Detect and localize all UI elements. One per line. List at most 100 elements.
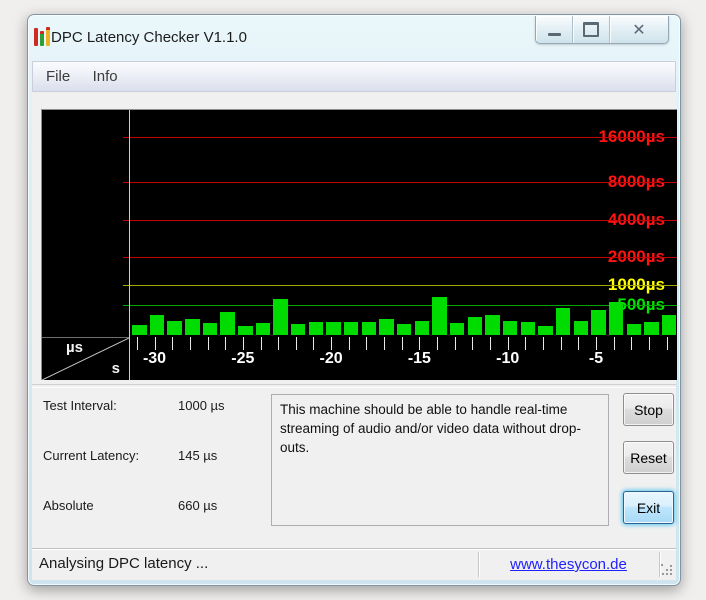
x-tick <box>137 337 138 350</box>
reset-button[interactable]: Reset <box>623 441 674 474</box>
latency-bar <box>521 322 536 335</box>
x-tick <box>649 337 650 350</box>
desktop: DPC Latency Checker V1.1.0 ✕ File Info 1… <box>0 0 706 600</box>
app-icon <box>33 24 53 48</box>
separator-line <box>32 384 676 388</box>
latency-bar <box>256 323 271 335</box>
x-tick-label: -20 <box>320 350 343 368</box>
window-controls: ✕ <box>535 16 669 44</box>
icon-bar-red <box>34 28 38 46</box>
menu-info[interactable]: Info <box>84 62 127 85</box>
latency-chart: 16000µs8000µs4000µs2000µs1000µs500µs -30… <box>41 109 677 380</box>
info-label: Absolute <box>43 498 94 513</box>
info-value: 1000 µs <box>178 398 225 413</box>
info-row: Current Latency: 145 µs <box>43 448 273 464</box>
x-tick <box>543 337 544 350</box>
latency-bar <box>574 321 589 335</box>
x-tick <box>508 337 509 350</box>
statusbar: Analysing DPC latency ... www.thesycon.d… <box>32 548 676 580</box>
x-tick <box>349 337 350 350</box>
latency-bar <box>556 308 571 335</box>
x-tick <box>419 337 420 350</box>
thesycon-link[interactable]: www.thesycon.de <box>478 556 659 573</box>
latency-bar <box>344 322 359 335</box>
latency-bar <box>468 317 483 335</box>
close-icon: ✕ <box>632 22 645 38</box>
x-tick <box>313 337 314 350</box>
x-tick <box>331 337 332 350</box>
x-tick-label: -5 <box>589 350 603 368</box>
x-tick <box>296 337 297 350</box>
latency-bar <box>185 319 200 335</box>
x-tick <box>455 337 456 350</box>
titlebar[interactable]: DPC Latency Checker V1.1.0 ✕ <box>28 15 680 61</box>
maximize-icon <box>583 22 599 37</box>
latency-bar <box>485 315 500 335</box>
x-tick <box>208 337 209 350</box>
menu-file[interactable]: File <box>37 62 79 85</box>
latency-bar <box>662 315 677 335</box>
client-area: 16000µs8000µs4000µs2000µs1000µs500µs -30… <box>32 92 676 548</box>
latency-bar <box>273 299 288 335</box>
x-tick-label: -10 <box>496 350 519 368</box>
x-tick <box>172 337 173 350</box>
info-label: Current Latency: <box>43 448 139 463</box>
icon-bar-yellow <box>46 27 50 46</box>
x-tick <box>384 337 385 350</box>
x-axis: -30-25-20-15-10-5 <box>130 337 677 380</box>
status-text: Analysing DPC latency ... <box>39 555 208 572</box>
icon-bar-green <box>40 31 44 46</box>
info-row: Test Interval: 1000 µs <box>43 398 273 414</box>
x-tick-label: -30 <box>143 350 166 368</box>
x-unit-label: s <box>112 360 120 377</box>
statusbar-separator <box>659 552 660 577</box>
minimize-icon <box>548 33 561 36</box>
latency-bar <box>167 321 182 335</box>
latency-bar <box>397 324 412 335</box>
latency-bar <box>609 302 624 335</box>
latency-bar <box>450 323 465 335</box>
latency-bar <box>591 310 606 335</box>
axis-corner: µs s <box>42 337 129 380</box>
latency-bar <box>309 322 324 335</box>
x-tick <box>578 337 579 350</box>
x-tick <box>155 337 156 350</box>
minimize-button[interactable] <box>536 16 573 43</box>
x-tick <box>472 337 473 350</box>
resize-grip-icon[interactable] <box>661 564 674 577</box>
plot-area <box>130 110 677 337</box>
app-window: DPC Latency Checker V1.1.0 ✕ File Info 1… <box>27 14 681 586</box>
x-tick <box>278 337 279 350</box>
latency-bar <box>415 321 430 335</box>
latency-bar <box>132 325 147 335</box>
window-title: DPC Latency Checker V1.1.0 <box>51 29 247 46</box>
latency-bar <box>432 297 447 335</box>
x-tick <box>402 337 403 350</box>
x-tick <box>561 337 562 350</box>
x-tick <box>261 337 262 350</box>
close-button[interactable]: ✕ <box>610 16 668 43</box>
latency-bar <box>326 322 341 336</box>
latency-bar <box>538 326 553 335</box>
x-tick <box>243 337 244 350</box>
x-tick <box>225 337 226 350</box>
x-tick <box>596 337 597 350</box>
latency-bar <box>203 323 218 335</box>
x-tick <box>631 337 632 350</box>
maximize-button[interactable] <box>573 16 610 43</box>
result-message-box: This machine should be able to handle re… <box>271 394 609 526</box>
x-tick-label: -15 <box>408 350 431 368</box>
exit-button[interactable]: Exit <box>623 491 674 524</box>
x-tick <box>366 337 367 350</box>
x-tick <box>490 337 491 350</box>
info-row: Absolute 660 µs <box>43 498 273 514</box>
info-value: 145 µs <box>178 448 217 463</box>
x-tick <box>667 337 668 350</box>
y-unit-label: µs <box>66 339 83 356</box>
stop-button[interactable]: Stop <box>623 393 674 426</box>
info-label: Test Interval: <box>43 398 117 413</box>
x-tick <box>437 337 438 350</box>
latency-bar <box>220 312 235 335</box>
latency-bar <box>291 324 306 335</box>
info-value: 660 µs <box>178 498 217 513</box>
